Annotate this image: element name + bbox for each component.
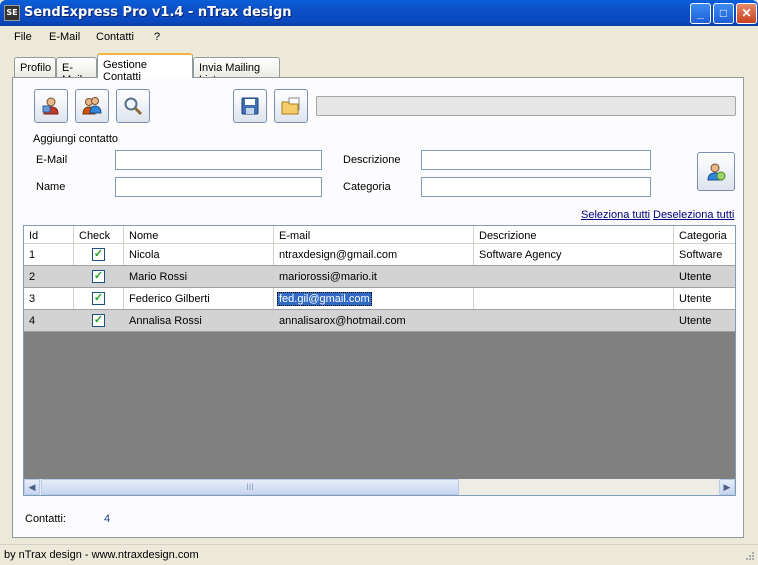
table-row[interactable]: 3 ✓ Federico Gilberti fed.gil@gmail.com … (24, 288, 735, 310)
table-row[interactable]: 4 ✓ Annalisa Rossi annalisarox@hotmail.c… (24, 310, 735, 332)
description-field[interactable] (421, 150, 651, 170)
cell-check: ✓ (74, 266, 124, 287)
cell-check: ✓ (74, 310, 124, 331)
cell-id[interactable]: 1 (24, 244, 74, 265)
window-title: SendExpress Pro v1.4 - nTrax design (24, 5, 292, 20)
cell-check: ✓ (74, 244, 124, 265)
cell-nome[interactable]: Nicola (124, 244, 274, 265)
save-button[interactable] (233, 89, 267, 123)
column-header-categoria[interactable]: Categoria (674, 226, 735, 243)
cell-email[interactable]: ntraxdesign@gmail.com (274, 244, 474, 265)
email-label: E-Mail (36, 154, 68, 166)
add-contact-confirm-button[interactable] (697, 152, 735, 191)
cell-check: ✓ (74, 288, 124, 309)
cell-descrizione[interactable] (474, 310, 674, 331)
scroll-thumb[interactable]: III (41, 479, 459, 495)
save-icon (241, 97, 259, 115)
status-text: by nTrax design - www.ntraxdesign.com (4, 549, 199, 561)
row-checkbox[interactable]: ✓ (92, 292, 105, 305)
scroll-left-button[interactable]: ◀ (24, 479, 40, 495)
cell-id[interactable]: 3 (24, 288, 74, 309)
add-contact-icon (42, 97, 59, 115)
menu-file[interactable]: File (14, 31, 32, 43)
column-header-email[interactable]: E-mail (274, 226, 474, 243)
tab-gestione-contatti[interactable]: Gestione Contatti (97, 53, 193, 83)
grid-header: Id Check Nome E-mail Descrizione Categor… (24, 226, 735, 244)
contacts-grid[interactable]: Id Check Nome E-mail Descrizione Categor… (23, 225, 736, 496)
cell-categoria[interactable]: Utente (674, 288, 735, 309)
horizontal-scrollbar[interactable]: ◀ III ▶ (24, 479, 735, 495)
row-checkbox[interactable]: ✓ (92, 314, 105, 327)
menu-help[interactable]: ? (154, 31, 160, 43)
table-row[interactable]: 2 ✓ Mario Rossi mariorossi@mario.it Uten… (24, 266, 735, 288)
group-contacts-button[interactable] (75, 89, 109, 123)
category-label: Categoria (343, 181, 391, 193)
close-button[interactable]: ✕ (736, 3, 757, 24)
row-checkbox[interactable]: ✓ (92, 270, 105, 283)
maximize-button[interactable]: □ (713, 3, 734, 24)
name-field[interactable] (115, 177, 322, 197)
cell-nome[interactable]: Mario Rossi (124, 266, 274, 287)
cell-nome[interactable]: Federico Gilberti (124, 288, 274, 309)
menu-email[interactable]: E-Mail (49, 31, 80, 43)
cell-descrizione[interactable]: Software Agency (474, 244, 674, 265)
table-row[interactable]: 1 ✓ Nicola ntraxdesign@gmail.com Softwar… (24, 244, 735, 266)
maximize-icon: □ (719, 6, 728, 20)
open-folder-icon (281, 97, 300, 115)
open-folder-button[interactable] (274, 89, 308, 123)
description-label: Descrizione (343, 154, 401, 166)
cell-email[interactable]: annalisarox@hotmail.com (274, 310, 474, 331)
select-all-link[interactable]: Seleziona tutti (581, 209, 650, 221)
row-checkbox[interactable]: ✓ (92, 248, 105, 261)
title-bar[interactable]: SE SendExpress Pro v1.4 - nTrax design _… (0, 0, 758, 26)
column-header-check[interactable]: Check (74, 226, 124, 243)
menu-contatti[interactable]: Contatti (96, 31, 134, 43)
group-contacts-icon (82, 97, 102, 115)
contacts-count-value: 4 (104, 513, 111, 525)
cell-categoria[interactable]: Utente (674, 266, 735, 287)
contacts-count-label: Contatti: (25, 513, 66, 525)
section-title: Aggiungi contatto (33, 133, 119, 145)
scroll-right-button[interactable]: ▶ (719, 479, 735, 495)
add-contact-button[interactable] (34, 89, 68, 123)
tab-invia-mailing-list[interactable]: Invia Mailing List (193, 57, 280, 86)
cell-id[interactable]: 2 (24, 266, 74, 287)
column-header-nome[interactable]: Nome (124, 226, 274, 243)
column-header-id[interactable]: Id (24, 226, 74, 243)
cell-descrizione[interactable] (474, 288, 674, 309)
name-label: Name (36, 181, 66, 193)
email-field[interactable] (115, 150, 322, 170)
cell-nome[interactable]: Annalisa Rossi (124, 310, 274, 331)
column-header-descrizione[interactable]: Descrizione (474, 226, 674, 243)
deselect-all-link[interactable]: Deseleziona tutti (653, 209, 734, 221)
resize-grip-icon[interactable] (745, 551, 755, 561)
cell-email[interactable]: mariorossi@mario.it (274, 266, 474, 287)
add-contact-icon (707, 163, 726, 180)
cell-email[interactable]: fed.gil@gmail.com (274, 288, 474, 309)
search-icon (124, 97, 143, 116)
category-field[interactable] (421, 177, 651, 197)
cell-id[interactable]: 4 (24, 310, 74, 331)
cell-categoria[interactable]: Software (674, 244, 735, 265)
chevron-left-icon: ◀ (28, 482, 36, 492)
search-button[interactable] (116, 89, 150, 123)
cell-descrizione[interactable] (474, 266, 674, 287)
close-icon: ✕ (741, 6, 752, 20)
chevron-right-icon: ▶ (723, 482, 731, 492)
selected-cell-text[interactable]: fed.gil@gmail.com (277, 292, 372, 306)
menu-bar: File E-Mail Contatti ? (0, 26, 758, 48)
app-icon[interactable]: SE (4, 5, 20, 21)
progress-bar (316, 96, 736, 116)
tab-email[interactable]: E-Mail (56, 57, 97, 86)
minimize-icon: _ (697, 6, 704, 20)
cell-categoria[interactable]: Utente (674, 310, 735, 331)
minimize-button[interactable]: _ (690, 3, 711, 24)
tab-profilo[interactable]: Profilo (14, 57, 56, 77)
status-bar: by nTrax design - www.ntraxdesign.com (0, 544, 758, 565)
